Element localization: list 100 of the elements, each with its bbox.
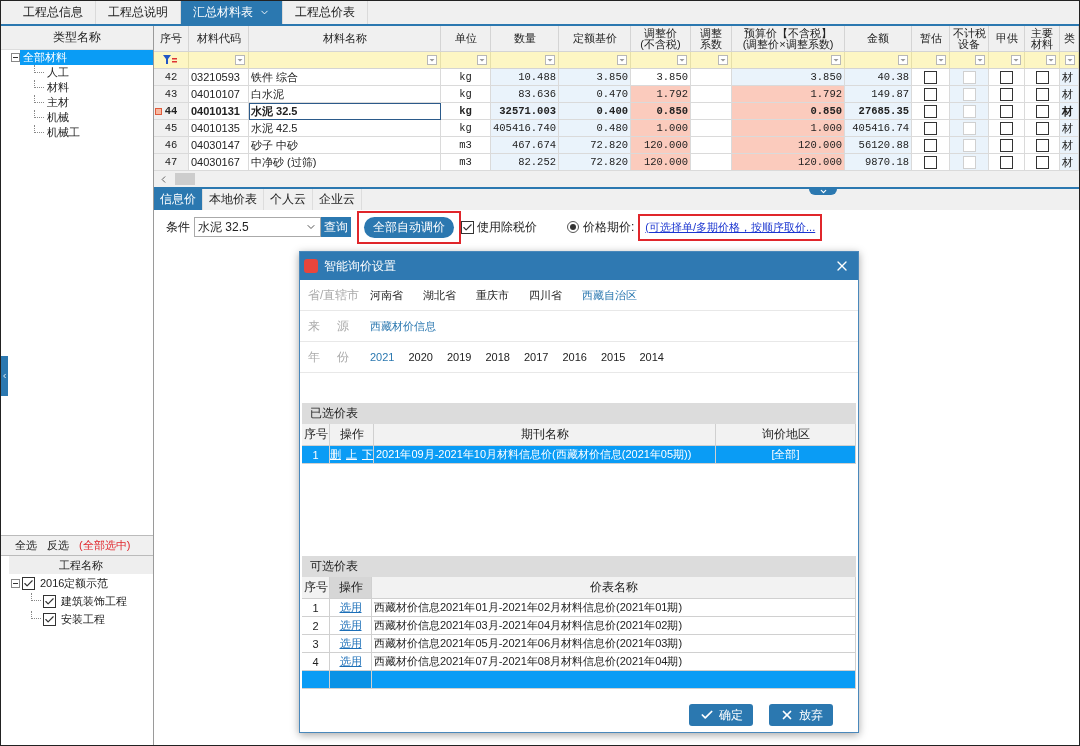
dropdown-icon[interactable] (1046, 55, 1056, 65)
filter-option[interactable]: 西藏自治区 (582, 287, 637, 303)
filter-icon[interactable] (162, 55, 177, 65)
filter-option[interactable]: 重庆市 (476, 287, 509, 303)
table-cell: 120.000 (631, 137, 691, 154)
tree-item[interactable]: 机械工 (44, 125, 83, 140)
checkbox[interactable] (1035, 70, 1049, 84)
checkbox[interactable] (1035, 155, 1049, 169)
table-cell: m3 (441, 137, 491, 154)
splitter-handle[interactable] (1, 356, 8, 396)
filter-option[interactable]: 西藏材价信息 (370, 318, 436, 334)
query-button[interactable]: 查询 (321, 217, 351, 237)
dropdown-icon[interactable] (718, 55, 728, 65)
checkbox[interactable] (43, 612, 56, 626)
collapse-icon[interactable] (11, 578, 20, 588)
filter-option[interactable]: 2016 (562, 351, 587, 363)
select-all-link[interactable]: 全选 (15, 538, 37, 553)
select-link[interactable]: 选用 (339, 654, 362, 669)
filter-option[interactable]: 2017 (523, 351, 549, 363)
checkbox[interactable] (1035, 138, 1049, 152)
invert-selection-link[interactable]: 反选 (47, 538, 69, 553)
tree-item[interactable]: 机械 (44, 110, 72, 125)
filter-option[interactable]: 2020 (408, 351, 433, 363)
auto-adjust-button[interactable]: 全部自动调价 (364, 216, 454, 238)
scroll-thumb[interactable] (175, 173, 195, 185)
filter-option[interactable]: 四川省 (529, 287, 562, 303)
checkbox[interactable] (924, 138, 937, 152)
table-cell: m3 (441, 154, 491, 171)
table-cell: 10.488 (491, 69, 559, 86)
checkbox[interactable] (924, 87, 937, 101)
condition-combo[interactable]: 水泥 32.5 (194, 217, 321, 237)
table-cell: 04030167 (189, 154, 249, 171)
checkbox[interactable] (1000, 121, 1013, 135)
collapse-handle[interactable] (809, 187, 837, 195)
checkbox[interactable] (1035, 104, 1049, 118)
horizontal-scrollbar[interactable] (154, 171, 1079, 187)
table-cell: 3.850 (631, 69, 691, 86)
filter-option[interactable]: 2021 (370, 351, 395, 363)
checkbox[interactable] (1035, 87, 1049, 101)
checkbox[interactable] (22, 576, 35, 590)
dropdown-icon[interactable] (1011, 55, 1021, 65)
dropdown-icon[interactable] (975, 55, 985, 65)
tab[interactable]: 企业云 (313, 189, 362, 210)
table-cell: 0.400 (559, 103, 631, 120)
filter-option[interactable]: 湖北省 (423, 287, 456, 303)
check-icon (699, 708, 714, 722)
table-cell: 砂子 中砂 (249, 137, 441, 154)
table-cell: 32571.003 (491, 103, 559, 120)
table-row[interactable] (302, 671, 856, 689)
checkbox[interactable] (1000, 70, 1013, 84)
table-row[interactable]: 4 选用 西藏材价信息2021年07月-2021年08月材料信息价(2021年04期) (302, 653, 856, 671)
checkbox[interactable] (924, 104, 937, 118)
tree-item[interactable]: 建筑装饰工程 (58, 593, 130, 609)
checkbox[interactable] (1000, 138, 1013, 152)
checkbox[interactable] (1035, 121, 1049, 135)
table-row[interactable]: 2 选用 西藏材价信息2021年03月-2021年04月材料信息价(2021年02期) (302, 617, 856, 635)
checkbox[interactable] (1000, 87, 1013, 101)
select-link[interactable]: 选用 (339, 636, 362, 651)
checkbox[interactable] (43, 594, 56, 608)
filter-option[interactable]: 2014 (639, 351, 664, 363)
dropdown-icon[interactable] (617, 55, 627, 65)
tab[interactable]: 本地价表 (203, 189, 264, 210)
select-link[interactable]: 选用 (339, 600, 362, 615)
dropdown-icon[interactable] (677, 55, 687, 65)
collapse-icon[interactable] (11, 53, 20, 62)
tree-item[interactable]: 安装工程 (58, 611, 108, 627)
dropdown-icon[interactable] (427, 55, 437, 65)
tree-item[interactable]: 人工 (44, 65, 72, 80)
dropdown-icon[interactable] (1065, 55, 1075, 65)
period-link[interactable]: (可选择单/多期价格，按顺序取价... (645, 219, 816, 235)
confirm-button[interactable]: 确定 (689, 704, 753, 726)
table-row[interactable]: 3 选用 西藏材价信息2021年05月-2021年06月材料信息价(2021年03期) (302, 635, 856, 653)
section-header: 已选价表 (302, 403, 856, 424)
checkbox[interactable] (1000, 104, 1013, 118)
table-row[interactable]: 1 选用 西藏材价信息2021年01月-2021年02月材料信息价(2021年01期) (302, 599, 856, 617)
dropdown-icon[interactable] (477, 55, 487, 65)
table-cell: 材 (1060, 103, 1079, 120)
tree-item[interactable]: 材料 (44, 80, 72, 95)
checkbox[interactable] (924, 155, 937, 169)
filter-option[interactable]: 河南省 (370, 287, 403, 303)
dropdown-icon[interactable] (898, 55, 908, 65)
filter-option[interactable]: 2019 (446, 351, 472, 363)
dropdown-icon[interactable] (545, 55, 555, 65)
table-cell (691, 154, 732, 171)
tab[interactable]: 汇总材料表 (181, 1, 283, 24)
checkbox[interactable] (924, 121, 937, 135)
dropdown-icon[interactable] (831, 55, 841, 65)
dropdown-icon[interactable] (235, 55, 245, 65)
tree-item[interactable]: 主材 (44, 95, 72, 110)
checkbox[interactable] (924, 70, 937, 84)
cancel-button[interactable]: 放弃 (769, 704, 833, 726)
checkbox[interactable] (461, 220, 474, 234)
checkbox[interactable] (1000, 155, 1013, 169)
filter-option[interactable]: 2018 (485, 351, 510, 363)
dropdown-icon[interactable] (936, 55, 946, 65)
tree-item[interactable]: 2016定额示范 (37, 575, 112, 591)
filter-option[interactable]: 2015 (600, 351, 626, 363)
select-link[interactable]: 选用 (339, 618, 362, 633)
tab[interactable]: 信息价 (154, 189, 203, 210)
tab[interactable]: 个人云 (264, 189, 313, 210)
